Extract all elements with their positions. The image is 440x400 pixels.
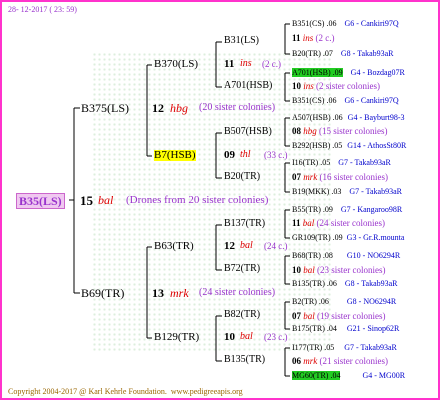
gen3-queen-id: B31(LS) — [224, 35, 259, 46]
gen2-drone-number: 10 — [224, 331, 235, 343]
gen2-drone-number: 11 — [224, 58, 235, 70]
gen1-queen-id: B69(TR) — [81, 286, 125, 300]
gen3-drone-line: 06 mrk (21 sister colonies) — [292, 356, 388, 366]
date-stamp: 28- 12-2017 ( 23: 59) — [8, 5, 77, 14]
gen4-row: B135(TR) .06 G8 - Takab93aR — [292, 279, 398, 288]
gen2-queen-id: B129(TR) — [154, 331, 200, 343]
gen2-drone-mark: bal — [240, 240, 253, 251]
gen4-row: B19(MKK) .03 G7 - Takab93aR — [292, 187, 402, 196]
gen3-drone-line: 11 ins (2 c.) — [292, 33, 335, 43]
gen1-drone-mark: hbg — [170, 101, 188, 115]
gen4-row: GR109(TR) .09 G3 - Gr.R.mounta — [292, 233, 405, 242]
gen4-row: I16(TR) .05 G7 - Takab93aR — [292, 158, 391, 167]
gen4-row: B175(TR) .04 G21 - Sinop62R — [292, 324, 400, 333]
gen2-drone-mark: ins — [240, 58, 252, 69]
gen3-drone-line: 10 ins (2 sister colonies) — [292, 81, 380, 91]
gen3-queen-id: B135(TR) — [224, 354, 266, 365]
gen4-row: I177(TR) .05 G7 - Takab93aR — [292, 343, 397, 352]
gen3-drone-line: 07 bal (19 sister colonies) — [292, 311, 386, 321]
gen2-queen-id-highlighted: B7(HSB) — [154, 149, 196, 161]
gen1-drone-note: (20 sister colonies) — [199, 102, 276, 113]
gen4-row: B292(HSB) .05 G14 - AthosSt80R — [292, 141, 407, 150]
copyright-text: Copyright 2004-2017 @ Karl Kehrle Founda… — [8, 387, 167, 396]
gen4-row: A701(HSB) .09 G4 - Bozdag07R — [292, 68, 405, 77]
gen3-queen-id: B72(TR) — [224, 263, 261, 274]
gen4-row: B351(CS) .06 G6 - Cankiri97Q — [292, 19, 399, 28]
pedigree-frame: 28- 12-2017 ( 23: 59) B35(LS) 15 bal (Dr… — [0, 0, 440, 400]
gen4-row: B20(TR) .07 G8 - Takab93aR — [292, 49, 394, 58]
gen4-row: B2(TR) .06 G8 - NO6294R — [292, 297, 397, 306]
gen1-drone-mark: mrk — [170, 286, 189, 300]
gen1-queen-id: B375(LS) — [81, 101, 129, 115]
gen2-queen-id: B370(LS) — [154, 58, 198, 70]
gen3-drone-line: 08 hbg (15 sister colonies) — [292, 126, 388, 136]
gen2-drone-note: (23 c.) — [264, 332, 288, 342]
gen3-queen-id: B507(HSB) — [224, 126, 272, 137]
gen4-row: B351(CS) .06 G6 - Cankiri97Q — [292, 96, 399, 105]
gen4-row: A507(HSB) .06 G4 - Bayburt98-3 — [292, 113, 405, 122]
root-drone-number: 15 — [80, 193, 93, 208]
gen3-drone-line: 11 bal (24 sister colonies) — [292, 218, 386, 228]
gen2-drone-note: (24 c.) — [264, 241, 288, 251]
gen2-drone-number: 09 — [224, 149, 235, 161]
gen4-row: B68(TR) .08 G10 - NO6294R — [292, 251, 401, 260]
gen1-drone-number: 13 — [152, 286, 164, 300]
gen3-drone-line: 10 bal (23 sister colonies) — [292, 265, 386, 275]
root-drone-note: (Drones from 20 sister colonies) — [126, 194, 269, 206]
gen2-drone-note: (33 c.) — [264, 150, 288, 160]
gen2-drone-mark: thl — [240, 149, 251, 160]
gen3-queen-id: B137(TR) — [224, 218, 266, 229]
gen4-row: MG60(TR) .04 G4 - MG00R — [292, 371, 406, 380]
root-drone-mark: bal — [98, 193, 114, 207]
root-queen-id: B35(LS) — [16, 193, 65, 209]
gen2-drone-note: (2 c.) — [262, 59, 281, 69]
site-link[interactable]: www.pedigreeapis.org — [171, 387, 243, 396]
gen3-queen-id: A701(HSB) — [224, 80, 273, 91]
gen3-drone-line: 07 mrk (16 sister colonies) — [292, 172, 388, 182]
gen3-queen-id: B20(TR) — [224, 171, 261, 182]
gen2-drone-number: 12 — [224, 240, 235, 252]
footer: Copyright 2004-2017 @ Karl Kehrle Founda… — [8, 388, 243, 396]
gen3-queen-id: B82(TR) — [224, 309, 261, 320]
gen1-drone-note: (24 sister colonies) — [199, 287, 276, 298]
gen4-row: B55(TR) .09 G7 - Kangaroo98R — [292, 205, 403, 214]
gen2-queen-id: B63(TR) — [154, 240, 194, 252]
gen1-drone-number: 12 — [152, 101, 164, 115]
gen2-drone-mark: bal — [240, 331, 253, 342]
